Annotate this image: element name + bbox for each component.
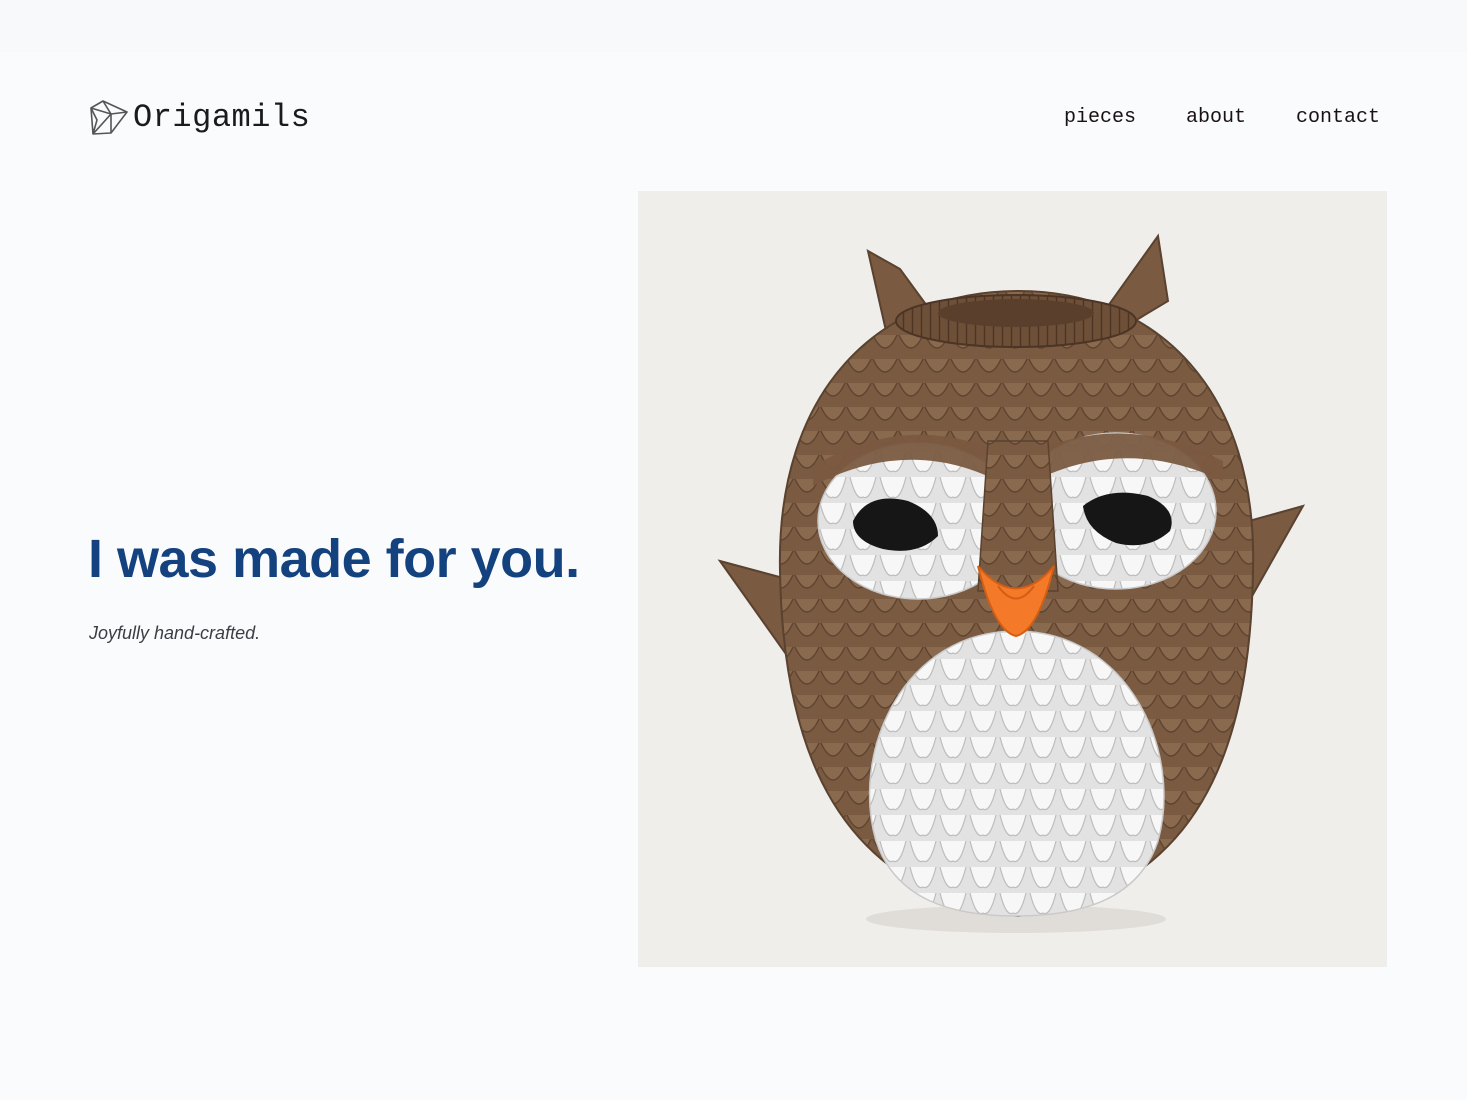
top-strip (0, 0, 1467, 52)
nav-about-link[interactable]: about (1186, 104, 1246, 132)
hero-title: I was made for you. (88, 529, 580, 589)
origami-owl-image (638, 191, 1387, 967)
hero-subtitle: Joyfully hand-crafted. (89, 623, 261, 643)
brand-name: Origamils (133, 99, 311, 136)
page: Origamils pieces about contact I was mad… (0, 0, 1467, 1100)
origami-gem-icon (90, 100, 128, 135)
nav-pieces-link[interactable]: pieces (1064, 104, 1136, 132)
main-nav: pieces about contact (1064, 104, 1380, 132)
nav-contact-link[interactable]: contact (1296, 104, 1380, 132)
owl-illustration (717, 233, 1306, 933)
brand-home-link[interactable]: Origamils (87, 98, 310, 138)
